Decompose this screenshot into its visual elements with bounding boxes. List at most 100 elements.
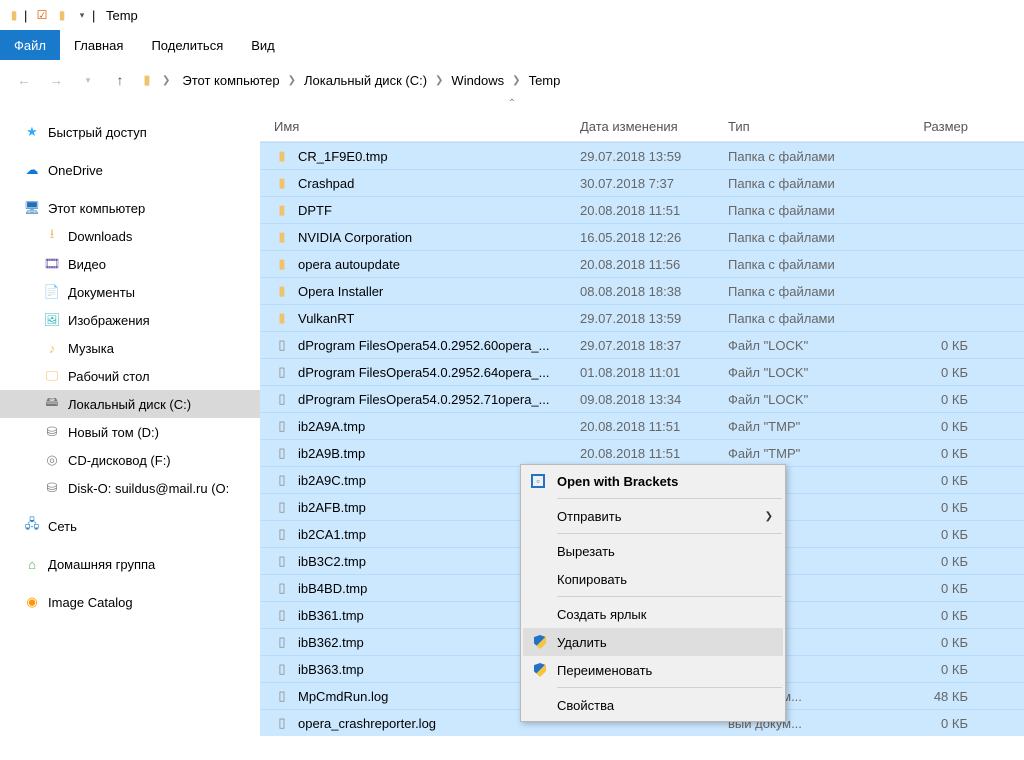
sidebar-item[interactable]: 🖴 Локальный диск (C:): [0, 390, 260, 418]
menu-view[interactable]: Вид: [237, 30, 289, 60]
file-type: Папка с файлами: [728, 311, 876, 326]
ctx-open-with-brackets[interactable]: ▫ Open with Brackets: [523, 467, 783, 495]
file-icon: ▯: [274, 553, 290, 569]
menu-share[interactable]: Поделиться: [137, 30, 237, 60]
sidebar-spacer: [0, 578, 260, 588]
file-type: Файл "LOCK": [728, 338, 876, 353]
file-type: Папка с файлами: [728, 203, 876, 218]
chevron-right-icon[interactable]: ❯: [286, 75, 298, 86]
file-size: 0 КБ: [876, 608, 986, 623]
brackets-icon: ▫: [531, 474, 545, 488]
back-button[interactable]: ←: [10, 66, 38, 94]
file-name: dProgram FilesOpera54.0.2952.60opera_...: [298, 338, 550, 353]
ctx-label: Создать ярлык: [557, 607, 646, 622]
table-row[interactable]: ▮VulkanRT29.07.2018 13:59Папка с файлами: [260, 304, 1024, 331]
file-type: Файл "TMP": [728, 419, 876, 434]
sidebar: ★Быстрый доступ ☁OneDrive 🖥Этот компьютер⭳…: [0, 112, 260, 760]
sidebar-item[interactable]: 🎞Видео: [0, 250, 260, 278]
sidebar-item[interactable]: ★Быстрый доступ: [0, 118, 260, 146]
header-name[interactable]: Имя: [260, 119, 580, 134]
sidebar-item[interactable]: 🖼Изображения: [0, 306, 260, 334]
sidebar-item[interactable]: ⌂Домашняя группа: [0, 550, 260, 578]
chevron-right-icon[interactable]: ❯: [433, 75, 445, 86]
sidebar-item[interactable]: 🖥Этот компьютер: [0, 194, 260, 222]
table-row[interactable]: ▮CR_1F9E0.tmp29.07.2018 13:59Папка с фай…: [260, 142, 1024, 169]
ctx-copy[interactable]: Копировать: [523, 565, 783, 593]
ribbon-expand-icon[interactable]: ⌃: [0, 100, 1024, 112]
up-button[interactable]: ↑: [106, 66, 134, 94]
menubar: Файл Главная Поделиться Вид: [0, 30, 1024, 60]
sidebar-item[interactable]: ⛁Новый том (D:): [0, 418, 260, 446]
sidebar-item[interactable]: 🖵Рабочий стол: [0, 362, 260, 390]
ctx-delete[interactable]: Удалить: [523, 628, 783, 656]
table-row[interactable]: ▮NVIDIA Corporation16.05.2018 12:26Папка…: [260, 223, 1024, 250]
crumb-this-pc[interactable]: Этот компьютер: [180, 69, 281, 92]
ctx-properties[interactable]: Свойства: [523, 691, 783, 719]
menu-main[interactable]: Главная: [60, 30, 137, 60]
file-size: 48 КБ: [876, 689, 986, 704]
ctx-rename[interactable]: Переименовать: [523, 656, 783, 684]
ctx-label: Переименовать: [557, 663, 652, 678]
table-row[interactable]: ▮opera autoupdate20.08.2018 11:56Папка с…: [260, 250, 1024, 277]
table-row[interactable]: ▯ib2A9B.tmp20.08.2018 11:51Файл "TMP"0 К…: [260, 439, 1024, 466]
ic-net-icon: 🖧: [24, 518, 40, 534]
ctx-shortcut[interactable]: Создать ярлык: [523, 600, 783, 628]
chevron-right-icon: ❯: [765, 511, 773, 522]
table-row[interactable]: ▮DPTF20.08.2018 11:51Папка с файлами: [260, 196, 1024, 223]
file-icon: ▯: [274, 580, 290, 596]
ic-home-icon: ⌂: [24, 556, 40, 572]
folder-icon: ▮: [274, 310, 290, 326]
file-name: ib2AFB.tmp: [298, 500, 366, 515]
table-row[interactable]: ▯ib2A9A.tmp20.08.2018 11:51Файл "TMP"0 К…: [260, 412, 1024, 439]
ctx-send[interactable]: Отправить ❯: [523, 502, 783, 530]
forward-button[interactable]: →: [42, 66, 70, 94]
chevron-right-icon[interactable]: ❯: [510, 75, 522, 86]
file-date: 20.08.2018 11:51: [580, 446, 728, 461]
sidebar-item[interactable]: ⛁Disk-O: suildus@mail.ru (O:: [0, 474, 260, 502]
file-name: ib2A9C.tmp: [298, 473, 366, 488]
body: ★Быстрый доступ ☁OneDrive 🖥Этот компьютер⭳…: [0, 112, 1024, 760]
chevron-right-icon[interactable]: ❯: [160, 75, 172, 86]
table-row[interactable]: ▯dProgram FilesOpera54.0.2952.71opera_..…: [260, 385, 1024, 412]
qat-checkbox-icon[interactable]: ☑: [32, 8, 52, 22]
sidebar-item[interactable]: 🖧Сеть: [0, 512, 260, 540]
folder-icon: ▮: [274, 283, 290, 299]
sidebar-item[interactable]: ♪Музыка: [0, 334, 260, 362]
file-icon: ▯: [274, 526, 290, 542]
sidebar-item-label: Локальный диск (C:): [68, 397, 191, 412]
qat-folder-icon[interactable]: ▮: [52, 8, 72, 22]
file-size: 0 КБ: [876, 338, 986, 353]
file-type: Папка с файлами: [728, 176, 876, 191]
table-row[interactable]: ▯dProgram FilesOpera54.0.2952.64opera_..…: [260, 358, 1024, 385]
file-type: Папка с файлами: [728, 257, 876, 272]
sidebar-item[interactable]: ◎CD-дисковод (F:): [0, 446, 260, 474]
sidebar-item-label: Музыка: [68, 341, 114, 356]
ic-drive-icon: 🖴: [44, 396, 60, 412]
crumb-temp[interactable]: Temp: [527, 69, 563, 92]
sidebar-item[interactable]: ⭳Downloads: [0, 222, 260, 250]
table-row[interactable]: ▯dProgram FilesOpera54.0.2952.60opera_..…: [260, 331, 1024, 358]
ic-doc-icon: 📄: [44, 284, 60, 300]
sidebar-item-label: Disk-O: suildus@mail.ru (O:: [68, 481, 229, 496]
header-type[interactable]: Тип: [728, 119, 876, 134]
crumb-drive-c[interactable]: Локальный диск (C:): [302, 69, 429, 92]
ctx-label: Свойства: [557, 698, 614, 713]
ctx-label: Отправить: [557, 509, 621, 524]
sidebar-item[interactable]: 📄Документы: [0, 278, 260, 306]
sidebar-item[interactable]: ☁OneDrive: [0, 156, 260, 184]
crumb-windows[interactable]: Windows: [449, 69, 506, 92]
ctx-cut[interactable]: Вырезать: [523, 537, 783, 565]
menu-file[interactable]: Файл: [0, 30, 60, 60]
sidebar-item-label: OneDrive: [48, 163, 103, 178]
header-size[interactable]: Размер: [876, 119, 986, 134]
qat-dropdown-icon[interactable]: ▾: [72, 10, 92, 21]
table-row[interactable]: ▮Opera Installer08.08.2018 18:38Папка с …: [260, 277, 1024, 304]
folder-icon[interactable]: ▮: [138, 71, 156, 89]
sidebar-item[interactable]: ◉Image Catalog: [0, 588, 260, 616]
file-icon: ▯: [274, 607, 290, 623]
table-row[interactable]: ▮Crashpad30.07.2018 7:37Папка с файлами: [260, 169, 1024, 196]
file-type: Файл "LOCK": [728, 392, 876, 407]
header-date[interactable]: Дата изменения: [580, 119, 728, 134]
history-dropdown-icon[interactable]: ▾: [74, 66, 102, 94]
file-date: 20.08.2018 11:51: [580, 203, 728, 218]
